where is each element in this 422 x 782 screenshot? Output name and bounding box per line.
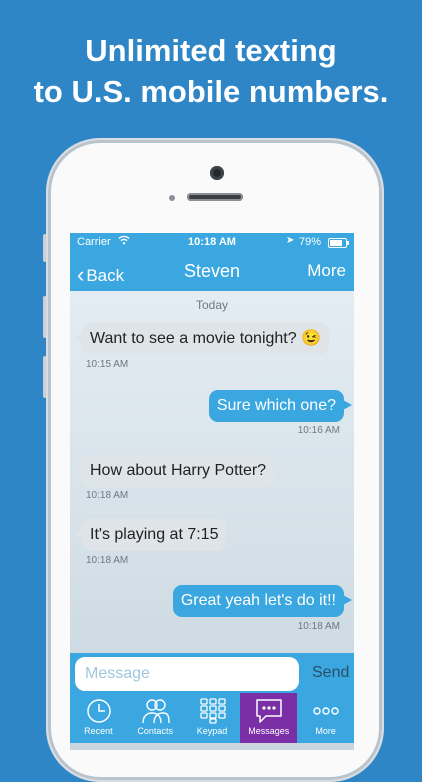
status-bar: Carrier 10:18 AM ➤ 79% [70, 233, 354, 251]
tab-bar: Recent Contacts Keypad Messages More [70, 693, 354, 743]
message-timestamp: 10:18 AM [297, 621, 340, 632]
message-bubble-outgoing[interactable]: Great yeah let's do it!! [172, 585, 353, 617]
message-bubble-incoming[interactable]: Want to see a movie tonight? 😉 [74, 323, 329, 355]
tab-contacts[interactable]: Contacts [127, 693, 184, 743]
location-arrow-icon: ➤ [286, 235, 295, 246]
headline-line-2: to U.S. mobile numbers. [33, 74, 389, 109]
headline-line-1: Unlimited texting [85, 33, 337, 68]
keypad-icon [199, 698, 226, 724]
phone-screen: Carrier 10:18 AM ➤ 79% ‹ Back Steven More… [70, 233, 354, 750]
messages-icon [256, 699, 283, 723]
clock-icon [87, 699, 111, 723]
message-bubble-incoming[interactable]: How about Harry Potter? [73, 455, 275, 487]
tab-label: More [315, 726, 336, 736]
earpiece-speaker [187, 193, 243, 201]
camera-icon [210, 166, 224, 180]
tab-more[interactable]: More [297, 693, 354, 743]
contacts-icon [142, 699, 170, 724]
tab-messages[interactable]: Messages [240, 693, 298, 743]
tab-recent[interactable]: Recent [70, 693, 127, 743]
date-divider: Today [195, 298, 229, 312]
sensor [169, 195, 175, 201]
tab-label: Messages [248, 726, 290, 736]
message-timestamp: 10:18 AM [86, 490, 129, 501]
message-timestamp: 10:18 AM [86, 555, 129, 566]
tab-label: Keypad [196, 726, 228, 736]
tab-keypad[interactable]: Keypad [184, 693, 241, 743]
message-timestamp: 10:16 AM [297, 425, 340, 436]
battery-percent: 79% [299, 236, 322, 248]
nav-bar: ‹ Back Steven More [70, 251, 354, 291]
message-bubble-outgoing[interactable]: Sure which one? [208, 390, 353, 422]
send-button[interactable]: Send [312, 664, 349, 682]
more-button[interactable]: More [307, 261, 346, 281]
battery-icon [328, 238, 349, 248]
message-timestamp: 10:15 AM [86, 359, 129, 370]
tab-label: Contacts [137, 726, 173, 736]
more-icon [313, 707, 339, 715]
tab-label: Recent [84, 726, 113, 736]
headline: Unlimited texting to U.S. mobile numbers… [0, 30, 422, 112]
message-input[interactable] [75, 657, 299, 691]
message-bubble-incoming[interactable]: It's playing at 7:15 [73, 519, 227, 551]
